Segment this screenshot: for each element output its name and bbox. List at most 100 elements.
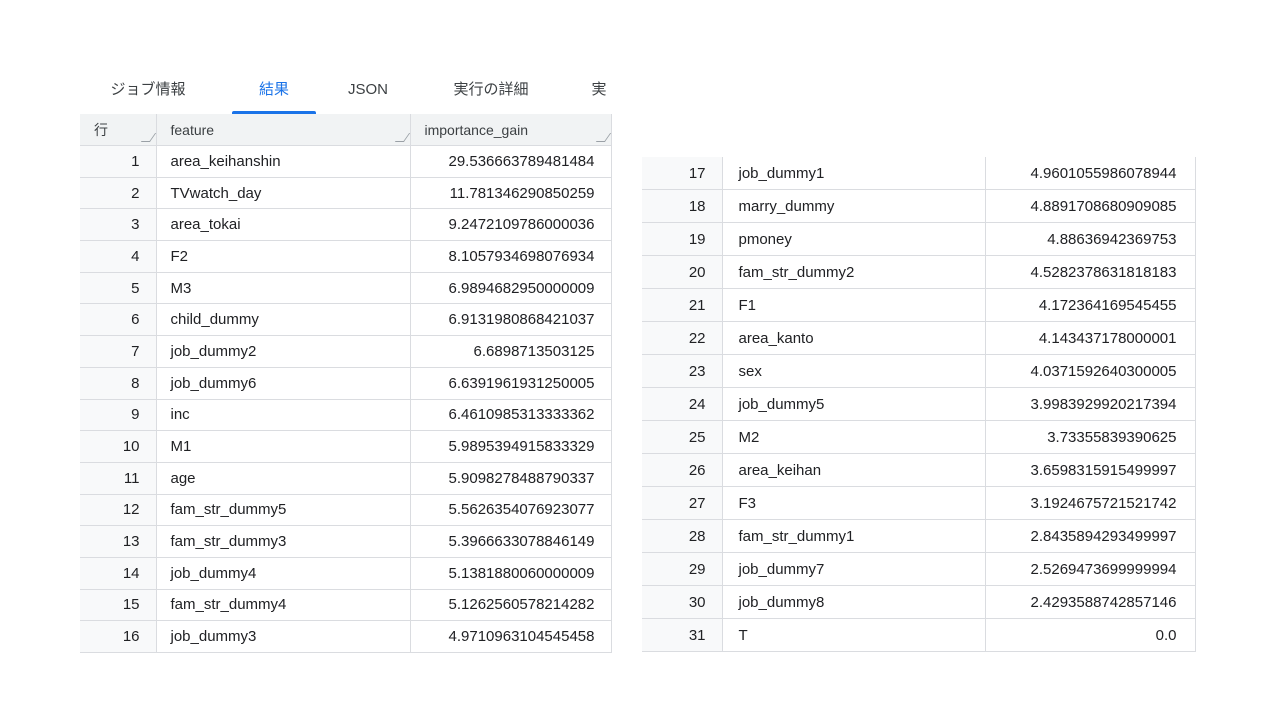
table-row[interactable]: 4 F2 8.1057934698076934	[80, 240, 612, 273]
table-row[interactable]: 10 M1 5.9895394915833329	[80, 430, 612, 463]
table-row[interactable]: 9 inc 6.4610985313333362	[80, 399, 612, 432]
table-row[interactable]: 17 job_dummy1 4.9601055986078944	[642, 157, 1196, 190]
table-row[interactable]: 30 job_dummy8 2.4293588742857146	[642, 585, 1196, 619]
feature-cell: job_dummy3	[156, 620, 411, 653]
feature-cell: job_dummy4	[156, 557, 411, 590]
feature-cell: fam_str_dummy2	[722, 255, 986, 289]
results-table-body: 1 area_keihanshin 29.536663789481484 2 TVwat…	[80, 145, 612, 653]
feature-cell: job_dummy8	[722, 585, 986, 619]
tab-truncated[interactable]: 実	[588, 72, 610, 114]
row-number-cell: 24	[642, 387, 723, 421]
feature-cell: fam_str_dummy1	[722, 519, 986, 553]
tab-json[interactable]: JSON	[332, 72, 404, 114]
row-number-cell: 26	[642, 453, 723, 487]
results-table: 行 feature importance_gain 1 area_keihansh…	[80, 114, 612, 653]
table-row[interactable]: 11 age 5.9098278488790337	[80, 462, 612, 495]
table-row[interactable]: 23 sex 4.0371592640300005	[642, 354, 1196, 388]
feature-cell: area_keihan	[722, 453, 986, 487]
importance-gain-cell: 11.781346290850259	[410, 177, 612, 210]
row-number-cell: 14	[80, 557, 157, 590]
importance-gain-cell: 4.9710963104545458	[410, 620, 612, 653]
feature-cell: F1	[722, 288, 986, 322]
table-row[interactable]: 6 child_dummy 6.9131980868421037	[80, 303, 612, 337]
importance-gain-cell: 2.8435894293499997	[985, 519, 1196, 553]
table-row[interactable]: 26 area_keihan 3.6598315915499997	[642, 453, 1196, 487]
table-row[interactable]: 5 M3 6.9894682950000009	[80, 272, 612, 305]
importance-gain-cell: 4.0371592640300005	[985, 354, 1196, 388]
column-resize-handle[interactable]	[394, 133, 410, 142]
table-row[interactable]: 31 T 0.0	[642, 618, 1196, 652]
tab-execution-details[interactable]: 実行の詳細	[436, 72, 546, 114]
table-row[interactable]: 2 TVwatch_day 11.781346290850259	[80, 177, 612, 210]
table-row[interactable]: 24 job_dummy5 3.9983929920217394	[642, 387, 1196, 421]
column-header-feature[interactable]: feature	[155, 114, 411, 146]
feature-cell: area_tokai	[156, 208, 411, 242]
table-row[interactable]: 29 job_dummy7 2.5269473699999994	[642, 552, 1196, 586]
importance-gain-cell: 4.9601055986078944	[985, 157, 1196, 190]
table-row[interactable]: 27 F3 3.1924675721521742	[642, 486, 1196, 520]
results-tab-bar: ジョブ情報 結果 JSON 実行の詳細 実	[80, 72, 610, 114]
importance-gain-cell: 6.6898713503125	[410, 335, 612, 368]
table-row[interactable]: 1 area_keihanshin 29.536663789481484	[80, 145, 612, 178]
tab-results[interactable]: 結果	[232, 72, 316, 114]
row-number-cell: 31	[642, 618, 723, 652]
row-number-cell: 9	[80, 399, 157, 432]
table-row[interactable]: 22 area_kanto 4.143437178000001	[642, 321, 1196, 355]
importance-gain-cell: 5.5626354076923077	[410, 494, 612, 527]
column-header-row-number[interactable]: 行	[80, 114, 157, 146]
importance-gain-cell: 3.9983929920217394	[985, 387, 1196, 421]
row-number-cell: 18	[642, 189, 723, 223]
importance-gain-cell: 4.88636942369753	[985, 222, 1196, 256]
column-header-importance-gain[interactable]: importance_gain	[409, 114, 612, 146]
importance-gain-cell: 6.9131980868421037	[410, 303, 612, 337]
table-row[interactable]: 28 fam_str_dummy1 2.8435894293499997	[642, 519, 1196, 553]
row-number-cell: 19	[642, 222, 723, 256]
table-row[interactable]: 18 marry_dummy 4.8891708680909085	[642, 189, 1196, 223]
feature-cell: job_dummy1	[722, 157, 986, 190]
table-row[interactable]: 25 M2 3.73355839390625	[642, 420, 1196, 454]
row-number-cell: 7	[80, 335, 157, 368]
row-number-cell: 8	[80, 367, 157, 400]
importance-gain-cell: 0.0	[985, 618, 1196, 652]
table-row[interactable]: 7 job_dummy2 6.6898713503125	[80, 335, 612, 368]
row-number-cell: 5	[80, 272, 157, 305]
tab-job-info[interactable]: ジョブ情報	[98, 72, 198, 114]
feature-cell: area_kanto	[722, 321, 986, 355]
column-resize-handle[interactable]	[595, 133, 611, 142]
table-row[interactable]: 8 job_dummy6 6.6391961931250005	[80, 367, 612, 400]
table-row[interactable]: 15 fam_str_dummy4 5.1262560578214282	[80, 589, 612, 622]
feature-cell: inc	[156, 399, 411, 432]
feature-cell: TVwatch_day	[156, 177, 411, 210]
row-number-cell: 4	[80, 240, 157, 273]
table-row[interactable]: 14 job_dummy4 5.1381880060000009	[80, 557, 612, 590]
table-row[interactable]: 20 fam_str_dummy2 4.5282378631818183	[642, 255, 1196, 289]
importance-gain-cell: 8.1057934698076934	[410, 240, 612, 273]
feature-cell: sex	[722, 354, 986, 388]
table-row[interactable]: 19 pmoney 4.88636942369753	[642, 222, 1196, 256]
feature-cell: job_dummy5	[722, 387, 986, 421]
table-row[interactable]: 16 job_dummy3 4.9710963104545458	[80, 620, 612, 653]
table-row[interactable]: 13 fam_str_dummy3 5.3966633078846149	[80, 525, 612, 558]
table-row[interactable]: 12 fam_str_dummy5 5.5626354076923077	[80, 494, 612, 527]
row-number-cell: 16	[80, 620, 157, 653]
feature-cell: child_dummy	[156, 303, 411, 337]
feature-cell: fam_str_dummy3	[156, 525, 411, 558]
importance-gain-cell: 5.3966633078846149	[410, 525, 612, 558]
row-number-cell: 21	[642, 288, 723, 322]
importance-gain-cell: 3.6598315915499997	[985, 453, 1196, 487]
table-row[interactable]: 21 F1 4.172364169545455	[642, 288, 1196, 322]
row-number-cell: 20	[642, 255, 723, 289]
row-number-cell: 28	[642, 519, 723, 553]
importance-gain-cell: 2.5269473699999994	[985, 552, 1196, 586]
importance-gain-cell: 3.73355839390625	[985, 420, 1196, 454]
feature-cell: job_dummy7	[722, 552, 986, 586]
feature-cell: T	[722, 618, 986, 652]
row-number-cell: 27	[642, 486, 723, 520]
results-table-continued: 17 job_dummy1 4.9601055986078944 18 marry_du…	[642, 157, 1196, 652]
table-row[interactable]: 3 area_tokai 9.2472109786000036	[80, 208, 612, 242]
importance-gain-cell: 5.1262560578214282	[410, 589, 612, 622]
feature-cell: area_keihanshin	[156, 145, 411, 178]
column-resize-handle[interactable]	[140, 133, 156, 142]
feature-cell: marry_dummy	[722, 189, 986, 223]
importance-gain-cell: 2.4293588742857146	[985, 585, 1196, 619]
